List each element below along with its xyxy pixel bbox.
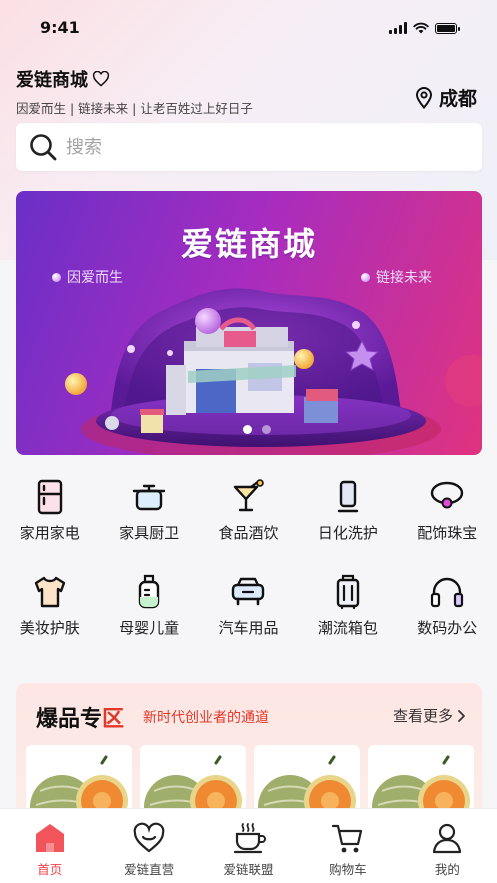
carousel-dot[interactable]	[262, 425, 271, 434]
category-label: 配饰珠宝	[417, 524, 478, 542]
battery-icon	[435, 22, 460, 34]
fridge-icon	[37, 479, 62, 515]
app-title: 爱链商城	[16, 70, 88, 91]
tab-cart[interactable]: 购物车	[298, 809, 397, 883]
coffee-cup-icon	[233, 823, 266, 854]
suitcase-icon	[336, 574, 360, 610]
category-item-beauty[interactable]: 美妆护肤	[0, 573, 99, 638]
category-item-auto[interactable]: 汽车用品	[199, 573, 298, 638]
baby-bottle-icon	[138, 574, 160, 609]
search-icon	[30, 134, 57, 161]
location-city: 成都	[438, 88, 477, 110]
cart-icon	[331, 824, 363, 853]
banner-slogan-left: 因爱而生	[52, 267, 123, 287]
tab-direct[interactable]: 爱链直营	[99, 809, 198, 883]
category-label: 日化洗护	[317, 524, 378, 542]
promo-banner[interactable]: 爱链商城 因爱而生 链接未来	[16, 191, 482, 455]
tab-label: 爱链直营	[124, 862, 175, 877]
category-grid: 家用家电 家具厨卫 食品酒饮 日化洗护 配饰珠宝 美妆护肤 母婴儿童 汽车用品 …	[0, 478, 497, 638]
necklace-icon	[431, 481, 464, 509]
location-selector[interactable]: 成都	[415, 84, 477, 111]
category-item-bags[interactable]: 潮流箱包	[298, 573, 397, 638]
status-icons	[389, 22, 460, 34]
tab-label: 首页	[37, 862, 63, 877]
headphones-icon	[431, 577, 464, 608]
category-label: 潮流箱包	[317, 619, 378, 637]
bullet-dot	[52, 272, 61, 282]
tab-label: 爱链联盟	[223, 862, 274, 877]
carousel-dot-active[interactable]	[243, 425, 252, 434]
search-bar[interactable]	[16, 123, 482, 171]
status-bar: 9:41	[0, 0, 497, 52]
location-pin-icon	[415, 86, 432, 109]
category-item-baby[interactable]: 母婴儿童	[99, 573, 198, 638]
cellular-signal-icon	[389, 22, 407, 34]
category-item-kitchen[interactable]: 家具厨卫	[99, 478, 198, 543]
tab-profile[interactable]: 我的	[398, 809, 497, 883]
tab-home[interactable]: 首页	[0, 809, 99, 883]
home-icon	[35, 824, 64, 852]
cooking-pot-icon	[132, 484, 166, 511]
category-label: 食品酒饮	[218, 524, 279, 542]
brand-block: 爱链商城 因爱而生 | 链接未来 | 让老百姓过上好日子	[16, 66, 253, 117]
hot-title-suffix: 区	[102, 707, 125, 732]
hot-section-subtitle: 新时代创业者的通道	[143, 710, 269, 726]
tab-label: 购物车	[329, 862, 367, 877]
carousel-indicator	[243, 425, 271, 434]
wifi-icon	[413, 22, 429, 34]
bottom-tab-bar: 首页 爱链直营 爱链联盟 购物车 我的	[0, 808, 497, 883]
category-label: 数码办公	[417, 619, 478, 637]
category-item-toiletries[interactable]: 日化洗护	[298, 478, 397, 543]
category-label: 家用家电	[19, 524, 80, 542]
hot-section-title: 爆品专区	[36, 701, 124, 733]
category-label: 美妆护肤	[19, 619, 80, 637]
category-label: 汽车用品	[218, 619, 279, 637]
tab-label: 我的	[434, 862, 460, 877]
app-title-row: 爱链商城	[16, 66, 253, 92]
view-more-link[interactable]: 查看更多	[393, 705, 466, 726]
banner-slogan-right-text: 链接未来	[376, 270, 432, 286]
tshirt-icon	[34, 576, 65, 608]
car-icon	[232, 577, 265, 606]
tab-alliance[interactable]: 爱链联盟	[199, 809, 298, 883]
heart-outline-icon	[92, 71, 110, 87]
category-label: 家具厨卫	[119, 524, 180, 542]
cocktail-icon	[234, 479, 265, 512]
category-label: 母婴儿童	[119, 619, 180, 637]
view-more-label: 查看更多	[392, 707, 453, 725]
banner-slogan-right: 链接未来	[361, 267, 432, 287]
heart-icon	[133, 822, 165, 853]
hot-title-prefix: 爆品专	[36, 707, 103, 732]
category-item-digital[interactable]: 数码办公	[398, 573, 497, 638]
app-slogan: 因爱而生 | 链接未来 | 让老百姓过上好日子	[16, 101, 253, 116]
status-time: 9:41	[40, 18, 80, 37]
search-input[interactable]	[66, 136, 446, 158]
category-item-appliances[interactable]: 家用家电	[0, 478, 99, 543]
bullet-dot	[361, 272, 370, 282]
user-icon	[433, 823, 462, 854]
banner-title: 爱链商城	[180, 225, 317, 263]
chevron-right-icon	[458, 709, 465, 722]
category-item-food-drinks[interactable]: 食品酒饮	[199, 478, 298, 543]
bottle-icon	[337, 480, 359, 513]
banner-slogan-left-text: 因爱而生	[67, 270, 123, 286]
category-item-jewelry[interactable]: 配饰珠宝	[398, 478, 497, 543]
